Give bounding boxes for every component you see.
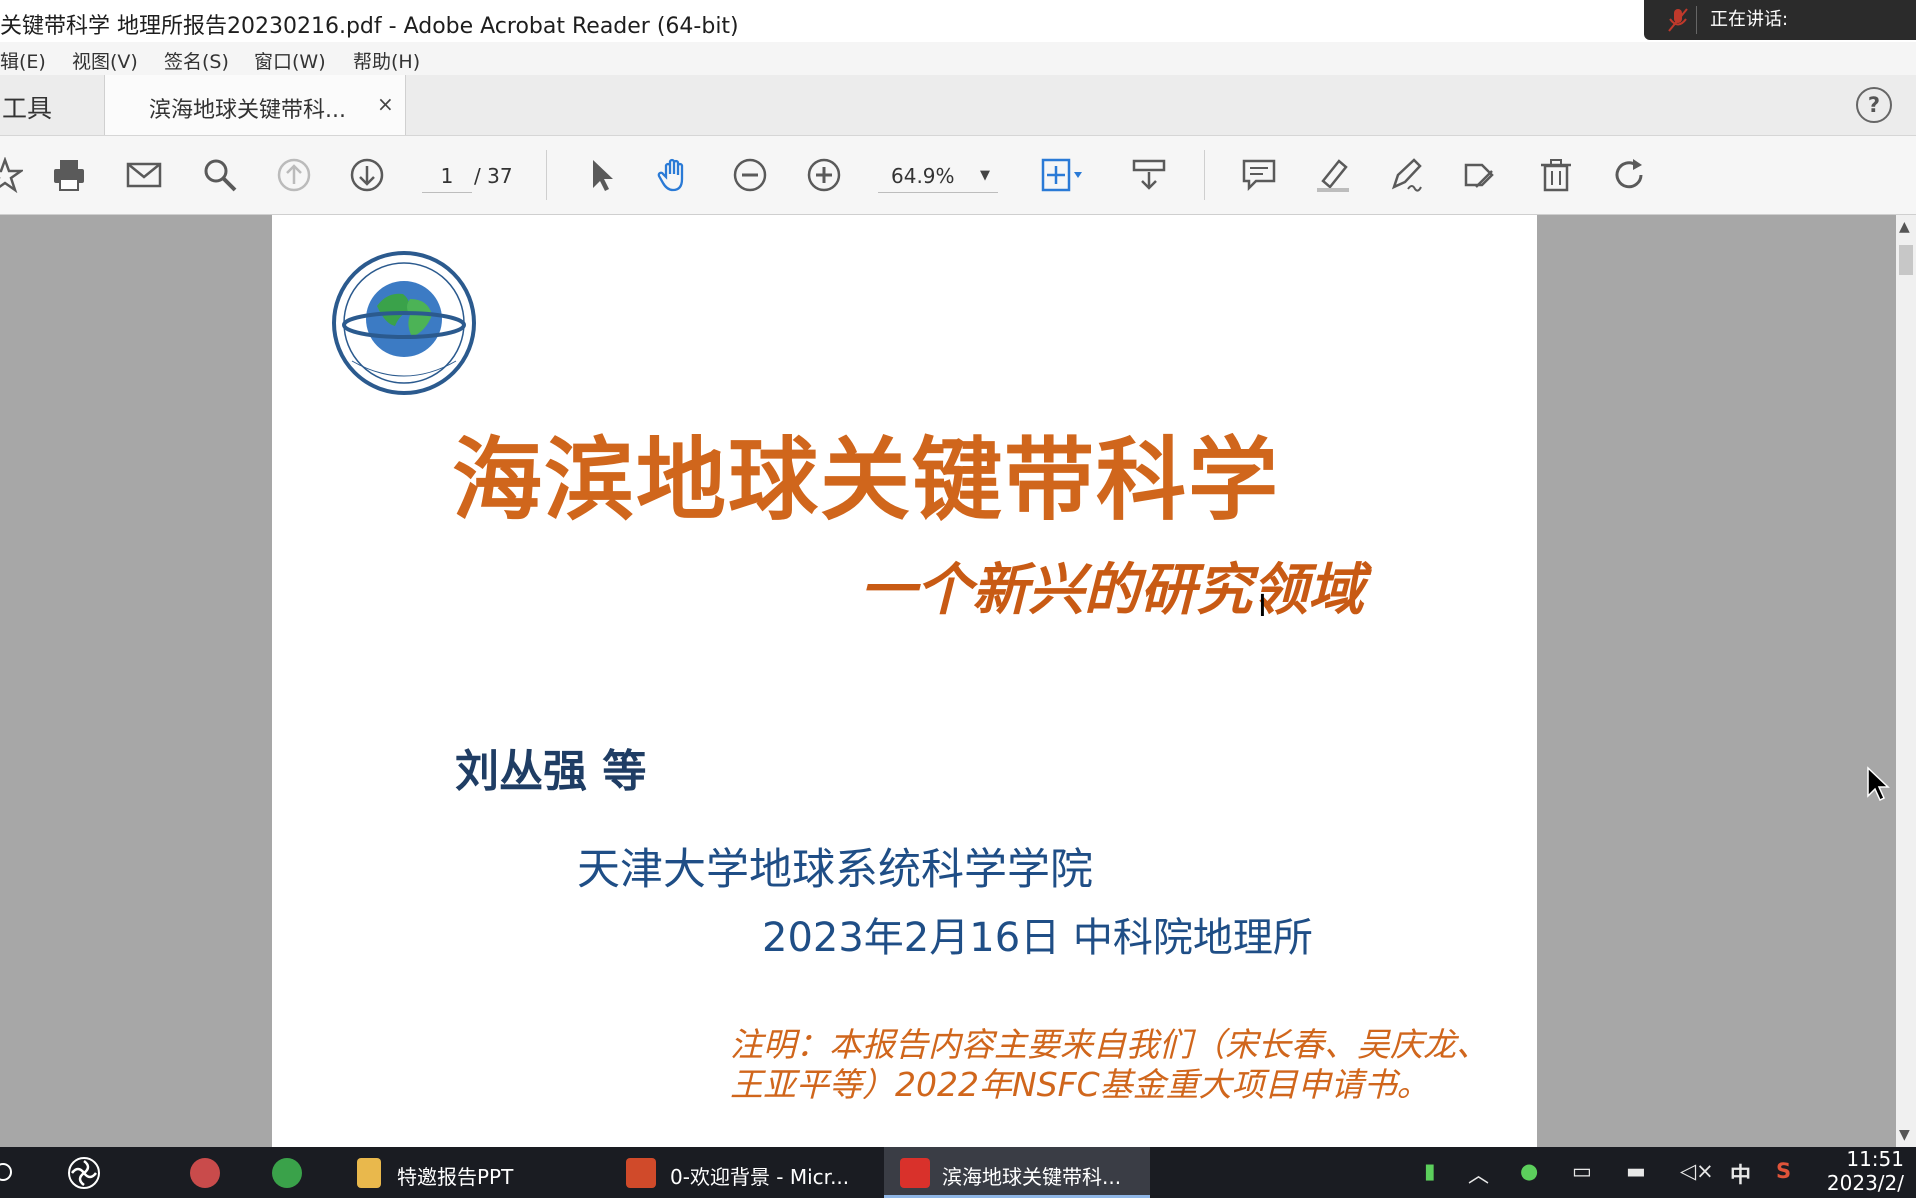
slide-date-venue: 2023年2月16日 中科院地理所 xyxy=(762,915,1313,961)
scroll-down-icon[interactable]: ▼ xyxy=(1899,1127,1910,1143)
help-icon[interactable]: ? xyxy=(1856,87,1892,123)
clock-date: 2023/2/ xyxy=(1826,1171,1904,1195)
network-icon[interactable]: ▭ xyxy=(1572,1159,1592,1183)
menu-edit[interactable]: 辑(E) xyxy=(0,47,46,74)
menu-sign[interactable]: 签名(S) xyxy=(164,47,229,74)
toolbar: 1 / 37 64.9% ▼ xyxy=(0,136,1916,215)
draw-pen-icon[interactable] xyxy=(1383,152,1429,198)
tab-tools[interactable]: 工具 xyxy=(2,89,52,125)
taskbar-label: 0-欢迎背景 - Micr... xyxy=(670,1165,850,1189)
email-icon[interactable] xyxy=(121,152,167,198)
menu-bar: 辑(E) 视图(V) 签名(S) 窗口(W) 帮助(H) xyxy=(0,42,1916,75)
comment-icon[interactable] xyxy=(1236,152,1282,198)
slide-author: 刘丛强 等 xyxy=(455,746,647,797)
scroll-mode-icon[interactable] xyxy=(1126,152,1172,198)
search-icon[interactable] xyxy=(197,152,243,198)
slide-note-line: 王亚平等）2022年NSFC基金重大项目申请书。 xyxy=(730,1065,1430,1104)
slide-note: 注明：本报告内容主要来自我们（宋长春、吴庆龙、 王亚平等）2022年NSFC基金… xyxy=(730,1025,1489,1105)
previous-page-icon[interactable] xyxy=(271,152,317,198)
menu-view[interactable]: 视图(V) xyxy=(72,47,138,74)
print-icon[interactable] xyxy=(46,152,92,198)
title-bar: 关键带科学 地理所报告20230216.pdf - Adobe Acrobat … xyxy=(0,0,1916,42)
zoom-value: 64.9% xyxy=(891,164,955,188)
scrollbar-thumb[interactable] xyxy=(1899,245,1913,275)
select-arrow-icon[interactable] xyxy=(578,152,624,198)
ime-indicator[interactable]: 中 xyxy=(1730,1159,1751,1189)
text-cursor-icon: I xyxy=(1258,589,1267,624)
taskbar: 特邀报告PPT 0-欢迎背景 - Micr... 滨海地球关键带科... ▮ ︿… xyxy=(0,1147,1916,1198)
fit-page-icon[interactable] xyxy=(1035,152,1082,198)
vertical-scrollbar[interactable]: ▲ ▼ xyxy=(1896,215,1916,1147)
menu-help[interactable]: 帮助(H) xyxy=(353,47,420,74)
window-title: 关键带科学 地理所报告20230216.pdf - Adobe Acrobat … xyxy=(0,14,739,39)
taskbar-powerpoint[interactable]: 0-欢迎背景 - Micr... xyxy=(612,1147,872,1198)
zoom-out-icon[interactable] xyxy=(727,152,773,198)
mouse-pointer-icon xyxy=(1866,766,1890,806)
page-total: / 37 xyxy=(474,164,513,188)
clock[interactable]: 11:51 2023/2/ xyxy=(1827,1147,1904,1195)
chevron-up-icon[interactable]: ︿ xyxy=(1468,1159,1489,1189)
divider xyxy=(1696,6,1697,34)
close-tab-icon[interactable]: × xyxy=(377,92,394,116)
taskbar-app-icon[interactable] xyxy=(62,1147,112,1198)
taskbar-label: 特邀报告PPT xyxy=(397,1165,514,1189)
meeting-speaking-indicator: 正在讲话: xyxy=(1644,0,1916,40)
taskbar-browser-icon[interactable] xyxy=(262,1147,312,1198)
slide-note-line: 注明：本报告内容主要来自我们（宋长春、吴庆龙、 xyxy=(730,1025,1489,1064)
tab-bar: 工具 滨海地球关键带科... × ? xyxy=(0,75,1916,136)
taskbar-acrobat[interactable]: 滨海地球关键带科... xyxy=(884,1147,1150,1198)
next-page-icon[interactable] xyxy=(344,152,390,198)
menu-window[interactable]: 窗口(W) xyxy=(254,47,326,74)
toolbar-divider xyxy=(1204,150,1205,200)
toolbar-divider xyxy=(546,150,547,200)
speaking-label: 正在讲话: xyxy=(1710,9,1789,30)
bookmark-star-icon[interactable] xyxy=(0,152,28,198)
pdf-page[interactable]: 海滨地球关键带科学 一个新兴的研究领域 刘丛强 等 天津大学地球系统科学学院 2… xyxy=(272,215,1537,1147)
zoom-select[interactable]: 64.9% ▼ xyxy=(878,160,998,193)
power-icon[interactable]: ▬ xyxy=(1626,1159,1646,1183)
slide-subtitle: 一个新兴的研究领域 xyxy=(860,558,1364,623)
powerpoint-icon xyxy=(626,1158,656,1188)
delete-trash-icon[interactable] xyxy=(1533,152,1579,198)
taskbar-app-icon[interactable] xyxy=(180,1147,230,1198)
acrobat-icon xyxy=(900,1158,930,1188)
page-number-input[interactable]: 1 xyxy=(422,160,472,193)
taskbar-label: 滨海地球关键带科... xyxy=(942,1165,1122,1189)
tab-document-label: 滨海地球关键带科... xyxy=(149,98,346,123)
stamp-tag-icon[interactable] xyxy=(1457,152,1503,198)
scroll-up-icon[interactable]: ▲ xyxy=(1899,219,1910,235)
clock-time: 11:51 xyxy=(1846,1147,1904,1171)
volume-muted-icon[interactable]: ◁× xyxy=(1680,1159,1714,1183)
slide-institute: 天津大学地球系统科学学院 xyxy=(577,845,1093,895)
taskbar-folder[interactable]: 特邀报告PPT xyxy=(345,1147,585,1198)
rotate-icon[interactable] xyxy=(1606,152,1652,198)
sogou-icon[interactable]: S xyxy=(1776,1159,1791,1183)
tab-document[interactable]: 滨海地球关键带科... × xyxy=(104,75,406,135)
university-logo xyxy=(332,251,477,396)
chevron-down-icon: ▼ xyxy=(980,168,990,183)
battery-icon[interactable]: ▮ xyxy=(1424,1159,1436,1183)
tray-app-icon[interactable]: ● xyxy=(1520,1159,1538,1183)
document-viewport[interactable]: 海滨地球关键带科学 一个新兴的研究领域 刘丛强 等 天津大学地球系统科学学院 2… xyxy=(0,215,1896,1147)
slide-title: 海滨地球关键带科学 xyxy=(452,428,1280,533)
folder-icon xyxy=(357,1158,381,1188)
taskbar-search-icon[interactable] xyxy=(0,1147,40,1198)
hand-tool-icon[interactable] xyxy=(652,152,698,198)
highlight-icon[interactable] xyxy=(1310,152,1356,198)
zoom-in-icon[interactable] xyxy=(801,152,847,198)
mic-muted-icon[interactable] xyxy=(1666,6,1690,34)
